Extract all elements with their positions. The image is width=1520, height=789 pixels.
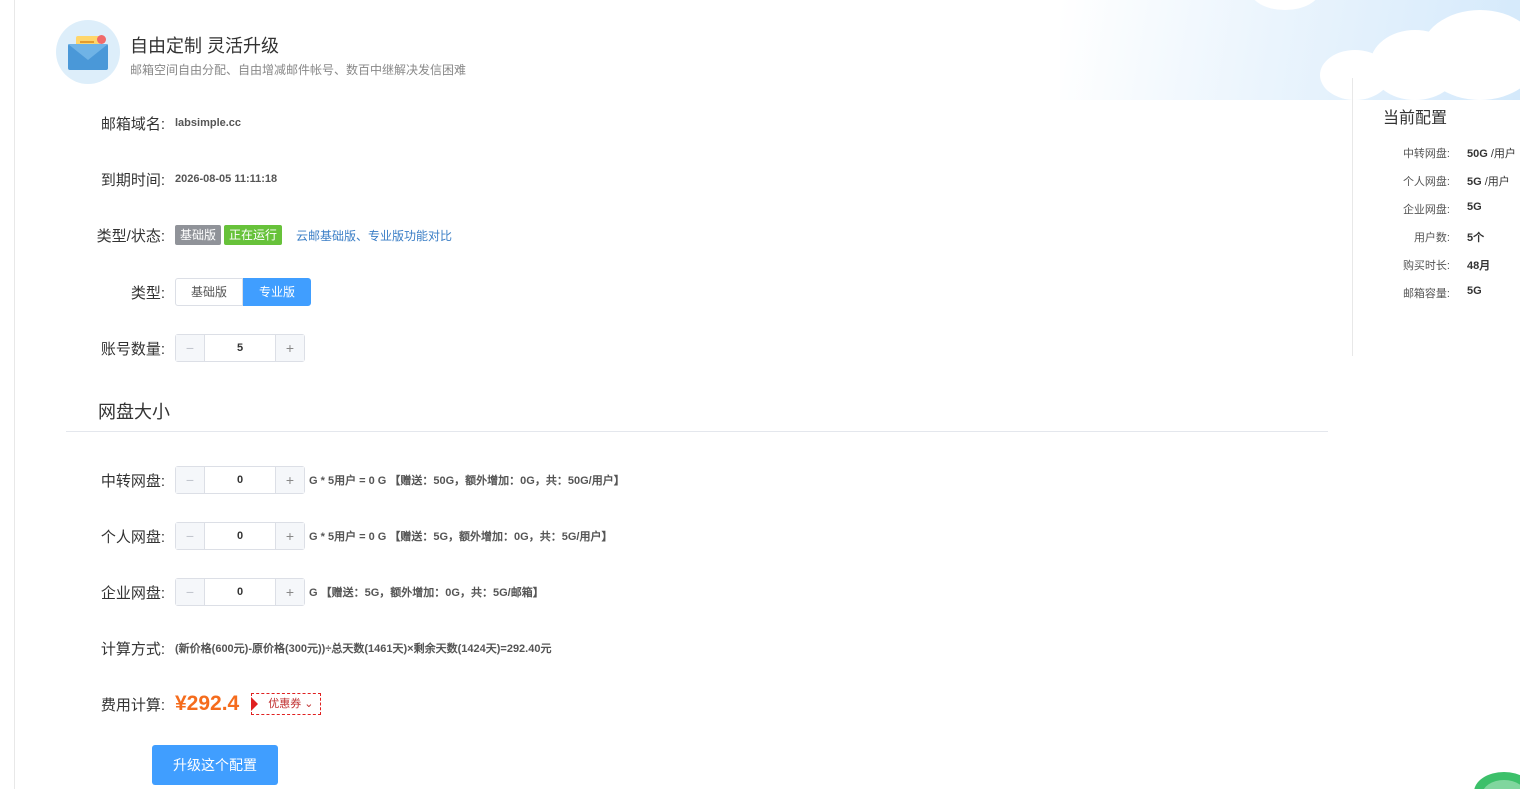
- sky-decoration: [1060, 0, 1520, 110]
- enterprise-disk-stepper: − +: [175, 578, 305, 606]
- transfer-disk-row: 中转网盘: − + G * 5用户 = 0 G 【赠送：50G，额外增加：0G，…: [0, 466, 625, 494]
- panel-divider: [1352, 78, 1353, 356]
- config-value: 5G /用户: [1467, 176, 1510, 188]
- status-badge: 正在运行: [224, 225, 283, 245]
- config-key: 个人网盘:: [1402, 176, 1450, 188]
- config-row: 企业网盘: 5G: [1380, 201, 1482, 217]
- personal-disk-input[interactable]: [205, 523, 275, 549]
- compare-link[interactable]: 云邮基础版、专业版功能对比: [296, 227, 452, 244]
- cost-row: 费用计算: ¥292.4 优惠券 ⌄: [0, 690, 321, 718]
- chat-widget-icon[interactable]: [1474, 772, 1520, 789]
- transfer-disk-input[interactable]: [205, 467, 275, 493]
- config-value: 50G /用户: [1467, 148, 1516, 160]
- config-value: 5G: [1467, 201, 1482, 213]
- personal-disk-formula: G * 5用户 = 0 G 【赠送：5G，额外增加：0G，共：5G/用户】: [309, 531, 613, 543]
- type-row: 类型: 基础版 专业版: [0, 278, 312, 306]
- config-value: 48月: [1467, 260, 1491, 272]
- personal-disk-minus-button[interactable]: −: [176, 523, 205, 549]
- config-key: 中转网盘:: [1402, 148, 1450, 160]
- config-value: 5G: [1467, 285, 1482, 297]
- accounts-input[interactable]: [205, 335, 275, 361]
- type-label: 类型:: [130, 284, 165, 302]
- personal-disk-row: 个人网盘: − + G * 5用户 = 0 G 【赠送：5G，额外增加：0G，共…: [0, 522, 612, 550]
- accounts-plus-button[interactable]: +: [275, 335, 304, 361]
- calc-formula: (新价格(600元)-原价格(300元))÷总天数(1461天)×剩余天数(14…: [175, 643, 552, 655]
- accounts-row: 账号数量: − +: [0, 334, 305, 362]
- config-row: 个人网盘: 5G /用户: [1380, 173, 1510, 189]
- page-subtitle: 邮箱空间自由分配、自由增减邮件帐号、数百中继解决发信困难: [130, 63, 467, 77]
- personal-disk-label: 个人网盘:: [100, 528, 165, 546]
- expire-row: 到期时间: 2026-08-05 11:11:18: [0, 165, 277, 193]
- transfer-disk-minus-button[interactable]: −: [176, 467, 205, 493]
- calc-label: 计算方式:: [100, 640, 165, 658]
- accounts-label: 账号数量:: [100, 340, 165, 358]
- config-row: 邮箱容量: 5G: [1380, 285, 1482, 301]
- type-selector: 基础版 专业版: [175, 278, 312, 306]
- enterprise-disk-input[interactable]: [205, 579, 275, 605]
- coupon-dropdown[interactable]: 优惠券 ⌄: [251, 693, 321, 715]
- personal-disk-plus-button[interactable]: +: [275, 523, 304, 549]
- domain-label: 邮箱域名:: [100, 115, 165, 133]
- cost-label: 费用计算:: [100, 696, 165, 714]
- coupon-label: 优惠券 ⌄: [268, 698, 314, 710]
- type-badge: 基础版: [175, 225, 222, 245]
- enterprise-disk-label: 企业网盘:: [100, 584, 165, 602]
- transfer-disk-formula: G * 5用户 = 0 G 【赠送：50G，额外增加：0G，共：50G/用户】: [309, 475, 625, 487]
- expire-value: 2026-08-05 11:11:18: [175, 173, 278, 185]
- config-key: 用户数:: [1413, 232, 1450, 244]
- config-row: 中转网盘: 50G /用户: [1380, 145, 1516, 161]
- personal-disk-stepper: − +: [175, 522, 305, 550]
- calc-row: 计算方式: (新价格(600元)-原价格(300元))÷总天数(1461天)×剩…: [0, 634, 552, 662]
- config-key: 邮箱容量:: [1402, 288, 1450, 300]
- upgrade-button[interactable]: 升级这个配置: [152, 745, 278, 785]
- enterprise-disk-minus-button[interactable]: −: [176, 579, 205, 605]
- enterprise-disk-plus-button[interactable]: +: [275, 579, 304, 605]
- enterprise-disk-row: 企业网盘: − + G 【赠送：5G，额外增加：0G，共：5G/邮箱】: [0, 578, 544, 606]
- type-option-basic[interactable]: 基础版: [175, 278, 244, 306]
- page-title: 自由定制 灵活升级: [130, 36, 280, 56]
- config-row: 购买时长: 48月: [1380, 257, 1490, 273]
- current-config-title: 当前配置: [1383, 110, 1448, 127]
- status-label: 类型/状态:: [96, 227, 165, 245]
- config-value: 5个: [1467, 232, 1485, 244]
- type-option-pro[interactable]: 专业版: [243, 278, 312, 306]
- config-row: 用户数: 5个: [1380, 229, 1484, 245]
- enterprise-disk-formula: G 【赠送：5G，额外增加：0G，共：5G/邮箱】: [309, 587, 544, 599]
- accounts-stepper: − +: [175, 334, 305, 362]
- price-value: ¥292.4: [175, 692, 240, 715]
- domain-value: labsimple.cc: [175, 117, 242, 129]
- transfer-disk-label: 中转网盘:: [100, 472, 165, 490]
- accounts-minus-button[interactable]: −: [176, 335, 205, 361]
- transfer-disk-plus-button[interactable]: +: [275, 467, 304, 493]
- section-divider: [66, 431, 1328, 432]
- expire-label: 到期时间:: [100, 171, 165, 189]
- coupon-flag-icon: [251, 697, 259, 711]
- mail-icon: [56, 20, 120, 84]
- config-key: 企业网盘:: [1402, 204, 1450, 216]
- domain-row: 邮箱域名: labsimple.cc: [0, 109, 241, 137]
- status-row: 类型/状态: 基础版 正在运行 云邮基础版、专业版功能对比: [0, 221, 452, 249]
- disk-section-title: 网盘大小: [98, 402, 170, 422]
- transfer-disk-stepper: − +: [175, 466, 305, 494]
- config-key: 购买时长:: [1402, 260, 1450, 272]
